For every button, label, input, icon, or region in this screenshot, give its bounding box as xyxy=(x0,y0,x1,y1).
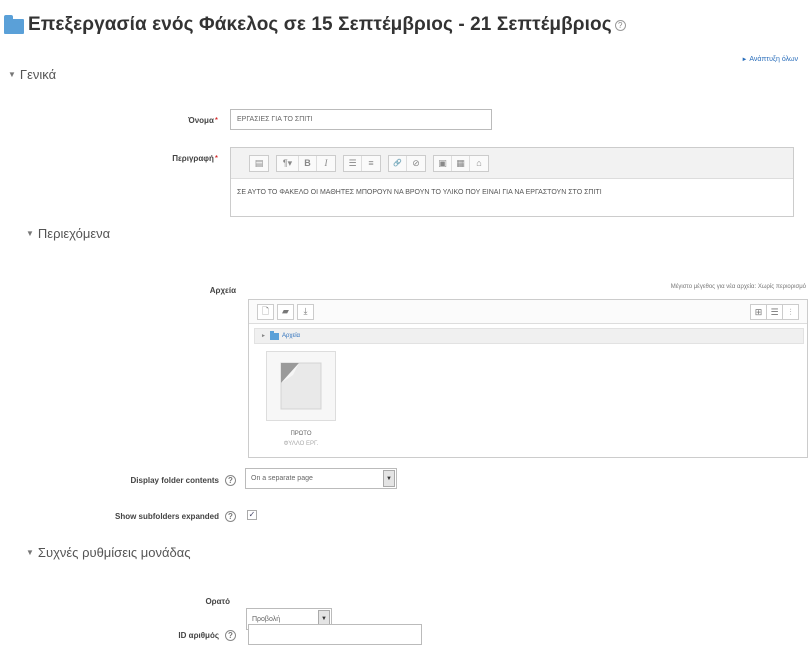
toolbar-group-1: ▤ xyxy=(249,154,269,172)
subfolders-checkbox[interactable]: ✓ xyxy=(247,510,257,520)
file-manager: 🗋 ▰ ⤓ ⊞ ☰ ⫶ ► Αρχεία ΠΡΩΤΟ ΦΥΛΛΟ ΕΡΓ. xyxy=(248,299,808,458)
section-general-header[interactable]: ▼ Γενικά xyxy=(8,67,56,82)
manage-files-icon[interactable]: ⌂ xyxy=(470,156,488,171)
id-number-field[interactable] xyxy=(248,624,422,645)
unlink-icon[interactable]: ⊘ xyxy=(407,156,425,171)
file-manager-toolbar: 🗋 ▰ ⤓ ⊞ ☰ ⫶ xyxy=(249,300,807,324)
italic-icon[interactable]: I xyxy=(317,156,335,171)
description-label: Περιγραφή* xyxy=(100,154,218,163)
folder-icon xyxy=(4,15,24,34)
toolbar-group-2: ¶▾ B I xyxy=(276,154,336,172)
help-icon[interactable]: ? xyxy=(225,475,236,486)
triangle-down-icon: ▼ xyxy=(8,70,16,79)
file-item[interactable]: ΠΡΩΤΟ ΦΥΛΛΟ ΕΡΓ. xyxy=(266,351,336,455)
toolbar-group-4: 🔗 ⊘ xyxy=(388,154,426,172)
file-name: ΠΡΩΤΟ xyxy=(290,431,312,437)
triangle-right-icon: ► xyxy=(261,333,266,339)
expand-all-link[interactable]: ► Ανάπτυξη όλων xyxy=(741,56,798,63)
help-icon[interactable]: ? xyxy=(225,630,236,641)
display-contents-label: Display folder contents ? xyxy=(60,475,236,486)
document-icon xyxy=(280,362,322,410)
section-common-title: Συχνές ρυθμίσεις μονάδας xyxy=(37,545,191,560)
section-contents-header[interactable]: ▼ Περιεχόμενα xyxy=(26,226,115,241)
expand-all-label: Ανάπτυξη όλων xyxy=(749,56,798,63)
unordered-list-icon[interactable]: ☰ xyxy=(344,155,362,171)
list-view-icon[interactable]: ☰ xyxy=(766,304,783,320)
editor-toolbar: ▤ ¶▾ B I ☰ ≡ 🔗 ⊘ ▣ ▦ ⌂ xyxy=(231,148,793,179)
help-icon[interactable]: ? xyxy=(225,511,236,522)
name-label-text: Όνομα xyxy=(188,116,214,125)
display-contents-label-text: Display folder contents xyxy=(130,476,219,485)
bold-icon[interactable]: B xyxy=(299,155,317,171)
section-common-header[interactable]: ▼ Συχνές ρυθμίσεις μονάδας xyxy=(26,545,191,560)
page-title: Επεξεργασία ενός Φάκελος σε 15 Σεπτέμβρι… xyxy=(28,14,612,35)
toolbar-group-5: ▣ ▦ ⌂ xyxy=(433,154,489,172)
media-icon[interactable]: ▦ xyxy=(452,155,470,171)
file-name-line2: ΦΥΛΛΟ ΕΡΓ. xyxy=(283,441,319,447)
tree-view-icon[interactable]: ⫶ xyxy=(782,304,799,320)
toolbar-group-3: ☰ ≡ xyxy=(343,154,381,172)
image-icon[interactable]: ▣ xyxy=(434,155,452,171)
display-contents-select[interactable]: On a separate page ▼ xyxy=(245,468,397,489)
required-marker: * xyxy=(214,116,218,125)
max-size-note: Μέγιστο μέγεθος για νέα αρχεία: Χωρίς πε… xyxy=(670,284,806,290)
triangle-right-icon: ► xyxy=(741,57,748,63)
files-label: Αρχεία xyxy=(209,286,236,295)
description-label-text: Περιγραφή xyxy=(172,154,214,163)
description-editor[interactable]: ▤ ¶▾ B I ☰ ≡ 🔗 ⊘ ▣ ▦ ⌂ ΣΕ ΑΥΤΟ ΤΟ ΦΑΚΕΛΟ… xyxy=(230,147,794,217)
chevron-down-icon: ▼ xyxy=(383,470,395,487)
icon-view-icon[interactable]: ⊞ xyxy=(750,304,767,320)
paragraph-style-icon[interactable]: ¶▾ xyxy=(277,155,299,171)
breadcrumb: ► Αρχεία xyxy=(254,328,804,344)
triangle-down-icon: ▼ xyxy=(26,229,34,238)
section-general-title: Γενικά xyxy=(19,67,57,82)
editor-content[interactable]: ΣΕ ΑΥΤΟ ΤΟ ΦΑΚΕΛΟ ΟΙ ΜΑΘΗΤΕΣ ΜΠΟΡΟΥΝ ΝΑ … xyxy=(231,179,793,198)
subfolders-label-text: Show subfolders expanded xyxy=(114,512,219,521)
name-field[interactable]: ΕΡΓΑΣΙΕΣ ΓΙΑ ΤΟ ΣΠΙΤΙ xyxy=(230,109,492,130)
folder-icon xyxy=(269,330,279,340)
link-icon[interactable]: 🔗 xyxy=(389,155,407,171)
visible-label: Ορατό xyxy=(205,597,230,606)
visible-value: Προβολή xyxy=(252,615,281,623)
ordered-list-icon[interactable]: ≡ xyxy=(362,156,380,171)
file-thumbnail xyxy=(266,351,336,421)
create-folder-icon[interactable]: ▰ xyxy=(277,303,294,320)
triangle-down-icon: ▼ xyxy=(26,548,34,557)
name-field-value: ΕΡΓΑΣΙΕΣ ΓΙΑ ΤΟ ΣΠΙΤΙ xyxy=(237,116,313,123)
id-number-label: ID αριθμός ? xyxy=(110,630,236,641)
id-number-label-text: ID αριθμός xyxy=(178,631,219,640)
display-contents-value: On a separate page xyxy=(251,475,313,482)
subfolders-label: Show subfolders expanded ? xyxy=(40,511,236,522)
help-icon[interactable]: ? xyxy=(614,19,626,31)
view-switcher: ⊞ ☰ ⫶ xyxy=(750,304,799,320)
breadcrumb-root[interactable]: Αρχεία xyxy=(282,333,300,339)
add-file-icon[interactable]: 🗋 xyxy=(257,303,274,320)
toolbar-toggle-icon[interactable]: ▤ xyxy=(250,156,268,171)
download-icon[interactable]: ⤓ xyxy=(297,303,314,320)
page-header: Επεξεργασία ενός Φάκελος σε 15 Σεπτέμβρι… xyxy=(4,10,626,40)
required-marker: * xyxy=(214,154,218,163)
section-contents-title: Περιεχόμενα xyxy=(37,226,111,241)
name-label: Όνομα* xyxy=(100,116,218,125)
